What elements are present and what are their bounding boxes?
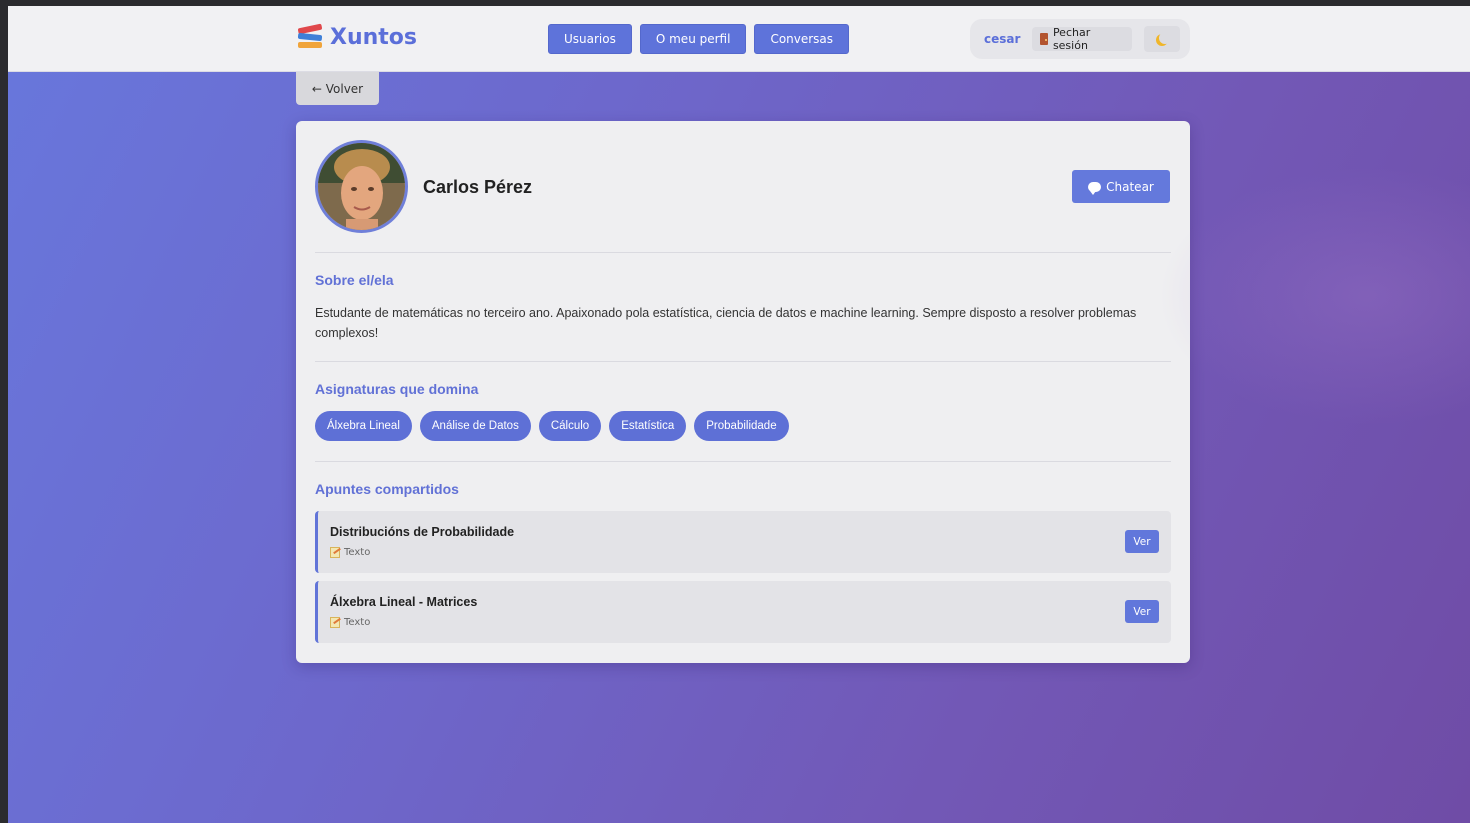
subject-tag[interactable]: Estatística bbox=[609, 411, 687, 441]
top-navbar: Xuntos Usuarios O meu perfil Conversas c… bbox=[8, 6, 1470, 72]
note-type: Texto bbox=[344, 547, 371, 558]
current-username[interactable]: cesar bbox=[984, 32, 1020, 46]
about-title: Sobre el/ela bbox=[315, 272, 394, 288]
view-note-button[interactable]: Ver bbox=[1125, 600, 1159, 623]
user-panel: cesar Pechar sesión bbox=[970, 19, 1190, 59]
note-item: Distribucións de Probabilidade Texto Ver bbox=[315, 511, 1171, 573]
logout-button[interactable]: Pechar sesión bbox=[1032, 26, 1133, 52]
back-button[interactable]: ← Volver bbox=[296, 72, 379, 105]
view-note-button[interactable]: Ver bbox=[1125, 530, 1159, 553]
app-logo[interactable]: Xuntos bbox=[296, 23, 418, 50]
chat-label: Chatear bbox=[1106, 179, 1154, 194]
subjects-title: Asignaturas que domina bbox=[315, 381, 479, 397]
note-item: Álxebra Lineal - Matrices Texto Ver bbox=[315, 581, 1171, 643]
subjects-tag-list: Álxebra Lineal Análise de Datos Cálculo … bbox=[315, 411, 789, 441]
divider bbox=[315, 252, 1171, 253]
books-icon bbox=[296, 23, 324, 50]
profile-name: Carlos Pérez bbox=[423, 177, 533, 197]
profile-card: Carlos Pérez Chatear Sobre el/ela Estuda… bbox=[296, 121, 1190, 663]
note-title: Distribucións de Probabilidade bbox=[330, 525, 515, 539]
note-meta: Texto bbox=[330, 617, 370, 628]
logout-label: Pechar sesión bbox=[1052, 26, 1091, 52]
subject-tag[interactable]: Cálculo bbox=[538, 411, 602, 441]
subject-tag[interactable]: Análise de Datos bbox=[419, 411, 531, 441]
moon-icon bbox=[1159, 32, 1171, 44]
avatar bbox=[315, 140, 408, 233]
note-type: Texto bbox=[344, 617, 371, 628]
divider bbox=[315, 361, 1171, 362]
nav-my-profile-button[interactable]: O meu perfil bbox=[639, 24, 747, 54]
app-name: Xuntos bbox=[330, 24, 418, 50]
divider bbox=[315, 461, 1171, 462]
avatar-photo bbox=[318, 143, 405, 230]
theme-toggle-button[interactable] bbox=[1144, 26, 1180, 52]
about-text: Estudante de matemáticas no terceiro ano… bbox=[315, 306, 1137, 340]
door-icon bbox=[1040, 33, 1048, 45]
nav-users-button[interactable]: Usuarios bbox=[548, 24, 632, 54]
subject-tag[interactable]: Probabilidade bbox=[694, 411, 789, 441]
subject-tag[interactable]: Álxebra Lineal bbox=[315, 411, 412, 441]
chat-button[interactable]: Chatear bbox=[1072, 170, 1170, 203]
nav-conversations-button[interactable]: Conversas bbox=[754, 24, 850, 54]
speech-bubble-icon bbox=[1088, 181, 1102, 195]
note-title: Álxebra Lineal - Matrices bbox=[330, 595, 478, 609]
note-meta: Texto bbox=[330, 547, 370, 558]
notes-title: Apuntes compartidos bbox=[315, 481, 459, 497]
main-nav: Usuarios O meu perfil Conversas bbox=[548, 24, 850, 54]
memo-icon bbox=[330, 617, 340, 628]
memo-icon bbox=[330, 547, 340, 558]
app-viewport: Xuntos Usuarios O meu perfil Conversas c… bbox=[8, 6, 1470, 823]
